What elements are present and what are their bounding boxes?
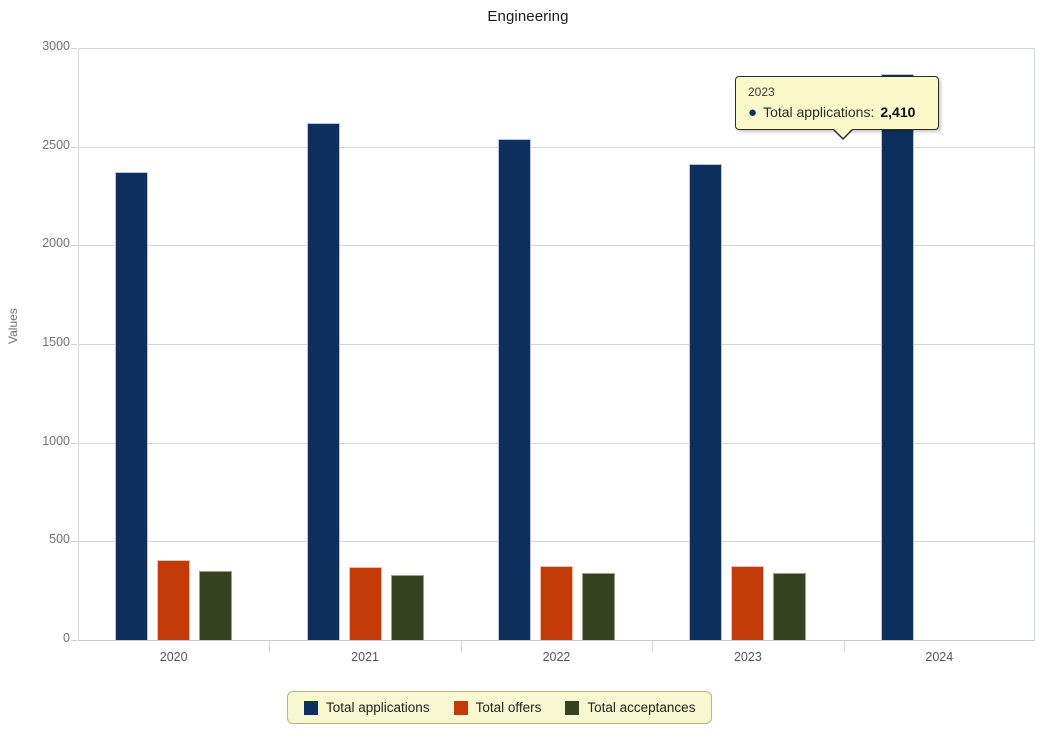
x-tick-label-2022: 2022 [542,650,571,664]
bar-2020-series-2[interactable] [199,570,233,640]
y-tick-label: 500 [49,532,70,547]
y-tick-label: 3000 [42,39,70,53]
x-tick-label-2024: 2024 [925,650,954,664]
y-tick-label: 1500 [42,335,70,349]
legend-item-total-acceptances[interactable]: Total acceptances [565,700,695,715]
y-tick-mark [71,245,77,247]
tooltip-category-label: 2023 [748,85,775,99]
bar-2023-series-2[interactable] [773,573,807,640]
legend-swatch-icon [304,700,318,715]
bar-2023-series-1[interactable] [731,566,765,640]
legend-swatch-icon [453,700,468,715]
bar-2022-series-1[interactable] [540,566,573,640]
bar-chart: Engineering Values 0 500 1000 1500 2000 2500 3… [0,0,1056,747]
x-category-divider [843,641,845,652]
data-point-tooltip: 2023 ● Total applications: 2,410 [735,76,939,140]
bar-2021-series-2[interactable] [390,574,424,640]
x-category-divider [652,641,654,652]
x-tick-label-2020: 2020 [159,650,188,664]
bar-2024-series-0[interactable] [880,73,914,640]
legend-swatch-icon [565,700,580,715]
bar-2022-series-0[interactable] [498,138,531,640]
bar-2021-series-1[interactable] [348,567,382,640]
bar-2022-series-2[interactable] [582,572,615,640]
bar-2020-series-0[interactable] [115,172,149,640]
tooltip-value: 2,410 [880,104,916,120]
bullet-icon: ● [748,104,758,121]
page-title: Engineering [487,8,569,25]
legend-item-label: Total applications [326,700,430,715]
legend-item-total-offers[interactable]: Total offers [453,700,542,715]
gridline [78,48,1035,49]
gridline [78,640,1035,641]
bar-2023-series-0[interactable] [689,164,723,640]
plot-area [78,48,1035,641]
tooltip-series-row: ● Total applications: 2,410 [748,104,928,120]
x-tick-label-2021: 2021 [351,650,379,664]
tooltip-arrow [833,128,853,138]
y-tick-label: 2500 [42,137,70,152]
y-tick-mark [71,146,77,148]
y-tick-label: 2000 [42,236,70,251]
chart-legend[interactable]: Total applications Total offers Total ac… [287,691,713,724]
legend-item-total-applications[interactable]: Total applications [304,700,430,715]
x-tick-label-2023: 2023 [733,650,762,664]
y-tick-mark [71,344,77,345]
legend-item-label: Total offers [475,700,542,715]
legend-item-label: Total acceptances [587,700,696,715]
x-category-divider [460,641,462,652]
y-tick-label: 0 [63,631,70,645]
y-tick-mark [71,640,77,641]
y-tick-mark [71,48,77,49]
x-category-divider [269,641,271,652]
bar-2021-series-0[interactable] [306,123,340,640]
y-tick-label: 1000 [42,433,70,448]
bar-2020-series-1[interactable] [157,560,191,640]
tooltip-series-label: Total applications: [763,104,875,120]
y-tick-mark [71,442,77,444]
y-tick-mark [71,541,77,543]
